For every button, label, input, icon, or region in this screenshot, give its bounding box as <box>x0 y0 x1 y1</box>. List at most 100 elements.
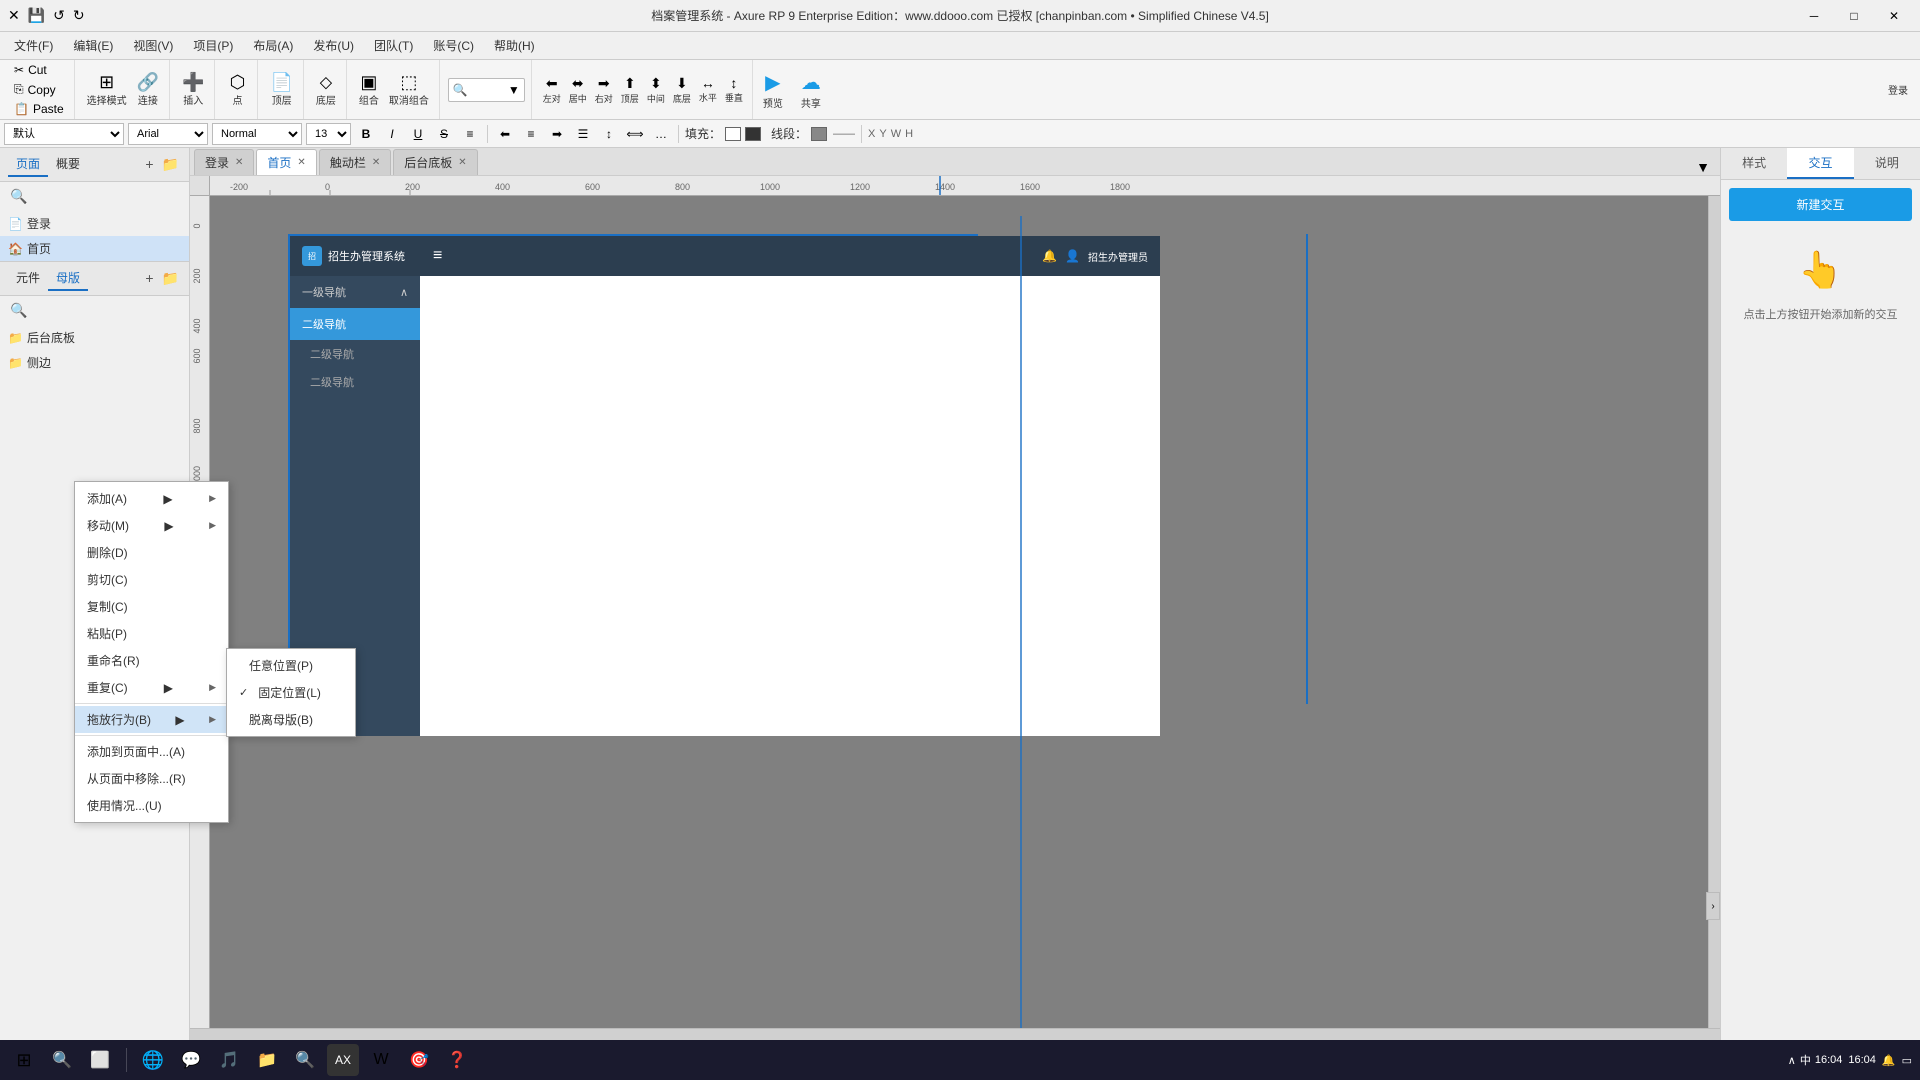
tab-backend-close[interactable]: ✕ <box>458 157 466 168</box>
sub-detach-master[interactable]: 脱离母版(B) <box>227 706 355 733</box>
taskbar-explorer[interactable]: 📁 <box>251 1044 283 1076</box>
taskbar-axure[interactable]: AX <box>327 1044 359 1076</box>
right-tab-style[interactable]: 样式 <box>1721 148 1787 179</box>
notification-icon[interactable]: 🔔 <box>1882 1054 1896 1067</box>
ctx-copy[interactable]: 复制(C) <box>75 593 228 620</box>
ctx-remove-from-page[interactable]: 从页面中移除...(R) <box>75 765 228 792</box>
cut-button[interactable]: ✂ Cut <box>10 61 68 79</box>
paste-button[interactable]: 📋 Paste <box>10 100 68 118</box>
font-select[interactable]: Arial <box>128 123 208 145</box>
line-color-box[interactable] <box>811 127 827 141</box>
menu-account[interactable]: 账号(C) <box>423 33 484 58</box>
taskbar-wechat[interactable]: 💬 <box>175 1044 207 1076</box>
menu-layout[interactable]: 布局(A) <box>243 33 303 58</box>
master-item-backend[interactable]: 📁 后台底板 <box>0 325 189 350</box>
title-redo-icon[interactable]: ↻ <box>73 7 85 24</box>
line-spacing-btn[interactable]: ↕ <box>598 123 620 145</box>
menu-file[interactable]: 文件(F) <box>4 33 63 58</box>
size-select[interactable]: 13 <box>306 123 351 145</box>
tab-action-bar[interactable]: 触动栏 ✕ <box>319 149 391 175</box>
maximize-button[interactable]: □ <box>1836 4 1872 28</box>
tab-backend[interactable]: 后台底板 ✕ <box>393 149 477 175</box>
right-tab-note[interactable]: 说明 <box>1854 148 1920 179</box>
align-left-fmt[interactable]: ⬅ <box>494 123 516 145</box>
align-top-button[interactable]: ⬆ 顶层 <box>618 73 642 107</box>
show-desktop-btn[interactable]: ▭ <box>1902 1054 1912 1067</box>
align-right-fmt[interactable]: ➡ <box>546 123 568 145</box>
taskbar-search2[interactable]: 🔍 <box>289 1044 321 1076</box>
taskbar-search[interactable]: 🔍 <box>46 1044 78 1076</box>
group-button[interactable]: ▣ 组合 <box>355 71 383 109</box>
add-page-icon[interactable]: + <box>143 154 155 175</box>
ctx-delete[interactable]: 删除(D) <box>75 539 228 566</box>
default-select[interactable]: 默认 <box>4 123 124 145</box>
new-interaction-button[interactable]: 新建交互 <box>1729 188 1912 221</box>
folder-page-icon[interactable]: 📁 <box>160 154 181 175</box>
ctx-duplicate[interactable]: 重复(C) ▶ <box>75 674 228 701</box>
taskbar-task-view[interactable]: ⬜ <box>84 1044 116 1076</box>
ctx-move[interactable]: 移动(M) ▶ <box>75 512 228 539</box>
menu-publish[interactable]: 发布(U) <box>303 33 364 58</box>
align-center-button[interactable]: ⬌ 居中 <box>566 73 590 107</box>
window-controls[interactable]: ─ □ ✕ <box>1796 4 1912 28</box>
tab-home-close[interactable]: ✕ <box>297 157 305 168</box>
tab-masters[interactable]: 母版 <box>48 266 88 291</box>
zoom-control[interactable]: 🔍 52% ▼ <box>448 78 525 102</box>
close-button[interactable]: ✕ <box>1876 4 1912 28</box>
fill-color-box[interactable] <box>725 127 741 141</box>
add-master-icon[interactable]: + <box>143 268 155 289</box>
canvas-area[interactable]: 招 招生办管理系统 ≡ 🔔 👤 招生办管理员 <box>210 196 1708 1028</box>
menu-help[interactable]: 帮助(H) <box>484 33 545 58</box>
page-item-login[interactable]: 📄 登录 <box>0 211 189 236</box>
page-item-home[interactable]: 🏠 首页 <box>0 236 189 261</box>
search-pages-icon[interactable]: 🔍 <box>8 186 29 207</box>
copy-button[interactable]: ⎘ Copy <box>10 80 68 99</box>
ctx-add-to-page[interactable]: 添加到页面中...(A) <box>75 738 228 765</box>
h-scrollbar[interactable] <box>190 1028 1720 1040</box>
tray-up-icon[interactable]: ∧ <box>1788 1054 1796 1067</box>
tabs-scroll[interactable]: ▼ <box>1690 159 1716 175</box>
search-masters-icon[interactable]: 🔍 <box>8 300 29 321</box>
connect-button[interactable]: 🔗 连接 <box>133 71 163 109</box>
zoom-dropdown-icon[interactable]: ▼ <box>508 83 520 97</box>
underline-button[interactable]: U <box>407 123 429 145</box>
more-fmt-btn[interactable]: … <box>650 123 672 145</box>
italic-button[interactable]: I <box>381 123 403 145</box>
align-justify-fmt[interactable]: ☰ <box>572 123 594 145</box>
dot-button[interactable]: ⬡ 点 <box>223 71 251 109</box>
start-button[interactable]: ⊞ <box>8 1044 40 1076</box>
tab-widgets[interactable]: 元件 <box>8 266 48 291</box>
folder-master-icon[interactable]: 📁 <box>160 268 181 289</box>
ungroup-button[interactable]: ⬚ 取消组合 <box>385 71 433 109</box>
sub-any-pos[interactable]: 任意位置(P) <box>227 652 355 679</box>
fill-color-box2[interactable] <box>745 127 761 141</box>
tab-home[interactable]: 首页 ✕ <box>256 149 316 175</box>
share-button[interactable]: ☁ 共享 <box>793 66 829 114</box>
title-save-icon[interactable]: 💾 <box>28 7 45 24</box>
stack-button[interactable]: ⬦ 底层 <box>312 71 340 109</box>
sub-fixed-pos[interactable]: 固定位置(L) <box>227 679 355 706</box>
title-undo-icon[interactable]: ↺ <box>53 7 65 24</box>
bold-button[interactable]: B <box>355 123 377 145</box>
align-bottom-button[interactable]: ⬇ 底层 <box>670 73 694 107</box>
tab-pages[interactable]: 页面 <box>8 152 48 177</box>
list-button[interactable]: ≡ <box>459 123 481 145</box>
ctx-rename[interactable]: 重命名(R) <box>75 647 228 674</box>
ctx-usage[interactable]: 使用情况...(U) <box>75 792 228 819</box>
right-tab-interaction[interactable]: 交互 <box>1787 148 1853 179</box>
align-middle-button[interactable]: ⬍ 中间 <box>644 73 668 107</box>
align-center-fmt[interactable]: ≡ <box>520 123 542 145</box>
tab-login[interactable]: 登录 ✕ <box>194 149 254 175</box>
strikethrough-button[interactable]: S <box>433 123 455 145</box>
menu-view[interactable]: 视图(V) <box>123 33 183 58</box>
insert-button[interactable]: ➕ 插入 <box>178 71 208 109</box>
ctx-paste[interactable]: 粘贴(P) <box>75 620 228 647</box>
letter-spacing-btn[interactable]: ⟺ <box>624 123 646 145</box>
distribute-v-button[interactable]: ↕ 垂直 <box>722 73 746 107</box>
ctx-drag-behavior[interactable]: 拖放行为(B) ▶ <box>75 706 228 733</box>
align-left-button[interactable]: ⬅ 左对 <box>540 73 564 107</box>
taskbar-app2[interactable]: ❓ <box>441 1044 473 1076</box>
minimize-button[interactable]: ─ <box>1796 4 1832 28</box>
align-right-button[interactable]: ➡ 右对 <box>592 73 616 107</box>
preview-button[interactable]: ▶ 预览 <box>755 66 791 114</box>
